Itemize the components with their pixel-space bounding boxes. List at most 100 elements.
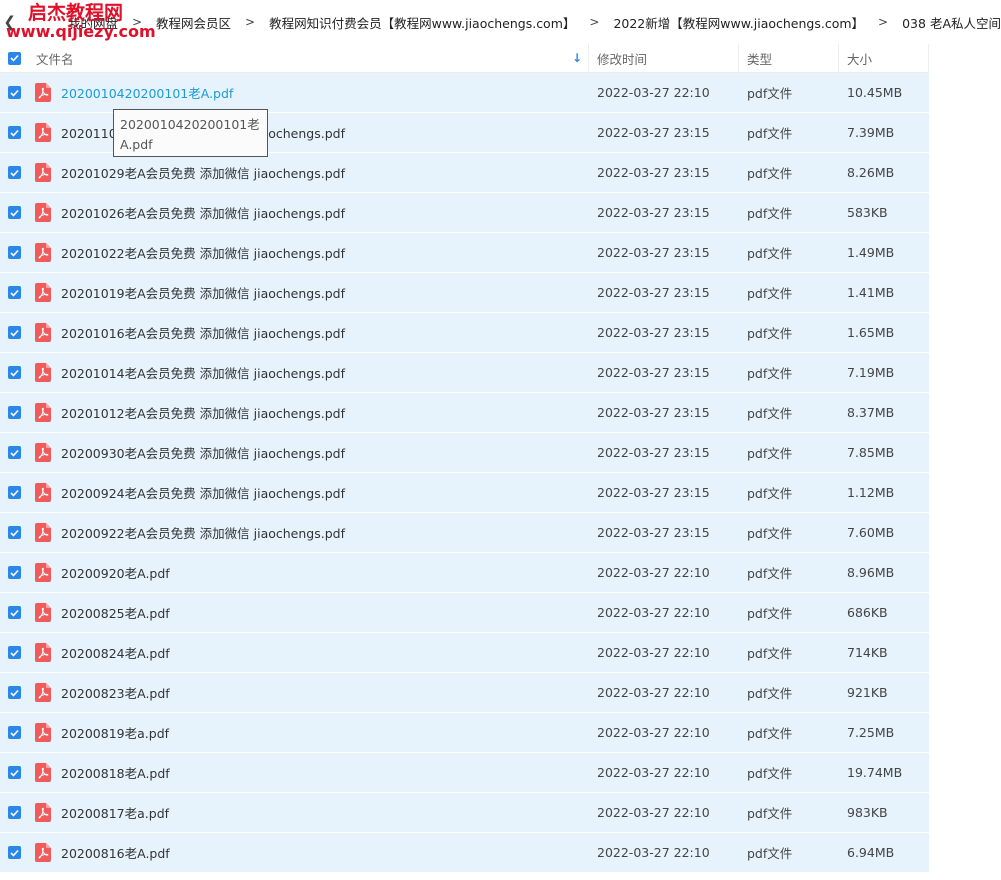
file-name[interactable]: 20200920老A.pdf	[54, 553, 589, 593]
file-modified-date: 2022-03-27 22:10	[597, 605, 710, 620]
table-row[interactable]: 20201012老A会员免费 添加微信 jiaochengs.pdf 2022-0…	[0, 393, 929, 433]
checkbox-checked-icon[interactable]	[7, 86, 21, 99]
file-name[interactable]: 20201012老A会员免费 添加微信 jiaochengs.pdf	[54, 393, 589, 433]
file-name[interactable]: 20201029老A会员免费 添加微信 jiaochengs.pdf	[54, 153, 589, 193]
file-name[interactable]: 20200930老A会员免费 添加微信 jiaochengs.pdf	[54, 433, 589, 473]
checkbox-checked-icon[interactable]	[7, 766, 21, 779]
row-checkbox[interactable]	[0, 753, 28, 793]
table-row[interactable]: 20201022老A会员免费 添加微信 jiaochengs.pdf 2022-0…	[0, 233, 929, 273]
table-row[interactable]: 20200924老A会员免费 添加微信 jiaochengs.pdf 2022-0…	[0, 473, 929, 513]
row-checkbox[interactable]	[0, 673, 28, 713]
checkbox-checked-icon[interactable]	[7, 846, 21, 859]
file-name[interactable]: 20201014老A会员免费 添加微信 jiaochengs.pdf	[54, 353, 589, 393]
checkbox-checked-icon[interactable]	[7, 446, 21, 459]
column-header-type[interactable]: 类型	[739, 43, 839, 73]
file-name[interactable]: 20200817老a.pdf	[54, 793, 589, 833]
row-checkbox[interactable]	[0, 713, 28, 753]
breadcrumb-item[interactable]: 038 老A私人空间	[902, 13, 1001, 32]
row-checkbox[interactable]	[0, 113, 28, 153]
table-row[interactable]: 20201016老A会员免费 添加微信 jiaochengs.pdf 2022-0…	[0, 313, 929, 353]
checkbox-checked-icon[interactable]	[7, 286, 21, 299]
checkbox-checked-icon[interactable]	[7, 206, 21, 219]
table-row[interactable]: 20200930老A会员免费 添加微信 jiaochengs.pdf 2022-0…	[0, 433, 929, 473]
pdf-file-icon	[28, 153, 54, 193]
checkbox-checked-icon[interactable]	[7, 606, 21, 619]
checkbox-checked-icon[interactable]	[7, 326, 21, 339]
checkbox-checked-icon[interactable]	[7, 566, 21, 579]
file-type: pdf文件	[747, 126, 793, 141]
table-row[interactable]: 20201019老A会员免费 添加微信 jiaochengs.pdf 2022-0…	[0, 273, 929, 313]
row-checkbox[interactable]	[0, 73, 28, 113]
checkbox-checked-icon[interactable]	[7, 726, 21, 739]
file-name[interactable]: 20200924老A会员免费 添加微信 jiaochengs.pdf	[54, 473, 589, 513]
row-checkbox[interactable]	[0, 593, 28, 633]
breadcrumb-item[interactable]: 2022新增【教程网www.jiaochengs.com】	[613, 13, 864, 32]
file-type: pdf文件	[747, 846, 793, 861]
file-name[interactable]: 2020010420200101老A.pdf	[54, 73, 589, 113]
row-checkbox[interactable]	[0, 833, 28, 873]
checkbox-checked-icon[interactable]	[7, 686, 21, 699]
row-checkbox[interactable]	[0, 513, 28, 553]
file-type: pdf文件	[747, 566, 793, 581]
file-name[interactable]: 20200823老A.pdf	[54, 673, 589, 713]
file-size: 7.19MB	[847, 365, 895, 380]
row-checkbox[interactable]	[0, 793, 28, 833]
file-name[interactable]: 20200825老A.pdf	[54, 593, 589, 633]
checkbox-checked-icon[interactable]	[7, 646, 21, 659]
checkbox-checked-icon[interactable]	[7, 806, 21, 819]
file-name[interactable]: 20200818老A.pdf	[54, 753, 589, 793]
table-row[interactable]: 20201029老A会员免费 添加微信 jiaochengs.pdf 2022-0…	[0, 153, 929, 193]
file-size: 7.60MB	[847, 525, 895, 540]
table-row[interactable]: 20200819老a.pdf 2022-03-27 22:10 pdf文件 7.25M…	[0, 713, 929, 753]
row-checkbox[interactable]	[0, 433, 28, 473]
checkbox-checked-icon[interactable]	[7, 166, 21, 179]
column-header-name[interactable]: 文件名 ↓	[28, 43, 589, 73]
breadcrumb-item[interactable]: 教程网会员区	[156, 13, 231, 32]
table-row[interactable]: 2020010420200101老A.pdf 2022-03-27 22:10 pd…	[0, 73, 929, 113]
checkbox-checked-icon[interactable]	[7, 406, 21, 419]
checkbox-checked-icon[interactable]	[7, 486, 21, 499]
row-checkbox[interactable]	[0, 193, 28, 233]
table-row[interactable]: 20200823老A.pdf 2022-03-27 22:10 pdf文件 921KB	[0, 673, 929, 713]
checkbox-checked-icon[interactable]	[7, 126, 21, 139]
row-checkbox[interactable]	[0, 273, 28, 313]
row-checkbox[interactable]	[0, 353, 28, 393]
column-header-size[interactable]: 大小	[839, 43, 929, 73]
select-all-checkbox[interactable]	[0, 44, 28, 73]
file-name[interactable]: 20200824老A.pdf	[54, 633, 589, 673]
checkbox-checked-icon[interactable]	[7, 51, 21, 65]
pdf-file-icon	[28, 753, 54, 793]
row-checkbox[interactable]	[0, 553, 28, 593]
file-name[interactable]: 20201019老A会员免费 添加微信 jiaochengs.pdf	[54, 273, 589, 313]
sort-descending-icon[interactable]: ↓	[572, 51, 582, 65]
row-checkbox[interactable]	[0, 393, 28, 433]
row-checkbox[interactable]	[0, 633, 28, 673]
file-name[interactable]: 20201026老A会员免费 添加微信 jiaochengs.pdf	[54, 193, 589, 233]
file-modified-date: 2022-03-27 22:10	[597, 725, 710, 740]
file-name[interactable]: 20200819老a.pdf	[54, 713, 589, 753]
breadcrumb-item[interactable]: 教程网知识付费会员【教程网www.jiaochengs.com】	[269, 13, 575, 32]
file-name[interactable]: 20201022老A会员免费 添加微信 jiaochengs.pdf	[54, 233, 589, 273]
row-checkbox[interactable]	[0, 313, 28, 353]
breadcrumb-separator-icon: >	[245, 15, 256, 29]
checkbox-checked-icon[interactable]	[7, 526, 21, 539]
file-name[interactable]: 20200816老A.pdf	[54, 833, 589, 873]
table-row[interactable]: 20200920老A.pdf 2022-03-27 22:10 pdf文件 8.96M…	[0, 553, 929, 593]
checkbox-checked-icon[interactable]	[7, 246, 21, 259]
table-row[interactable]: 20200817老a.pdf 2022-03-27 22:10 pdf文件 983KB	[0, 793, 929, 833]
table-row[interactable]: 20200816老A.pdf 2022-03-27 22:10 pdf文件 6.94M…	[0, 833, 929, 873]
row-checkbox[interactable]	[0, 233, 28, 273]
table-row[interactable]: 20200824老A.pdf 2022-03-27 22:10 pdf文件 714KB	[0, 633, 929, 673]
table-row[interactable]: 20200825老A.pdf 2022-03-27 22:10 pdf文件 686KB	[0, 593, 929, 633]
file-name[interactable]: 20200922老A会员免费 添加微信 jiaochengs.pdf	[54, 513, 589, 553]
table-row[interactable]: 20201026老A会员免费 添加微信 jiaochengs.pdf 2022-0…	[0, 193, 929, 233]
file-name[interactable]: 20201016老A会员免费 添加微信 jiaochengs.pdf	[54, 313, 589, 353]
row-checkbox[interactable]	[0, 473, 28, 513]
table-row[interactable]: 20201014老A会员免费 添加微信 jiaochengs.pdf 2022-0…	[0, 353, 929, 393]
checkbox-checked-icon[interactable]	[7, 366, 21, 379]
pdf-file-icon	[28, 513, 54, 553]
row-checkbox[interactable]	[0, 153, 28, 193]
table-row[interactable]: 20200922老A会员免费 添加微信 jiaochengs.pdf 2022-0…	[0, 513, 929, 553]
table-row[interactable]: 20200818老A.pdf 2022-03-27 22:10 pdf文件 19.74…	[0, 753, 929, 793]
column-header-date[interactable]: 修改时间	[589, 43, 739, 73]
